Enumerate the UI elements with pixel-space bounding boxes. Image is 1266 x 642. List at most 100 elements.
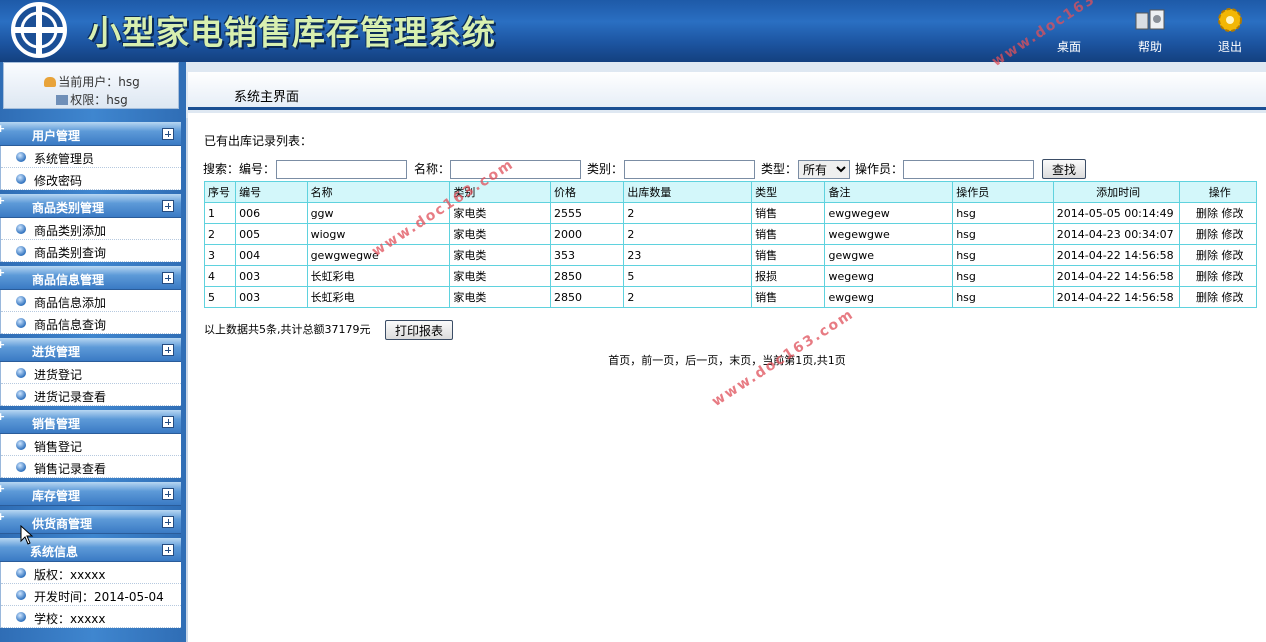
table-cell: 家电类 [449, 244, 551, 266]
table-cell: hsg [952, 244, 1054, 266]
menu-group-header[interactable]: + 用户管理 [0, 122, 181, 146]
menu-group-header[interactable]: + 商品信息管理 [0, 266, 181, 290]
exit-button[interactable]: 退出 [1205, 6, 1255, 55]
bullet-circle-icon [16, 318, 26, 328]
table-cell: 004 [235, 244, 308, 266]
permission-icon [56, 95, 69, 105]
table-cell: 长虹彩电 [306, 265, 451, 287]
table-cell: hsg [952, 223, 1054, 245]
table-cell: 003 [235, 286, 308, 308]
delete-link[interactable]: 删除 [1196, 270, 1218, 283]
menu-group-items: 商品信息添加商品信息查询 [0, 290, 181, 334]
table-cell: 1 [203, 202, 237, 224]
menu-group-header[interactable]: + 库存管理 [0, 482, 181, 506]
sidebar-item-label: 商品信息添加 [34, 296, 107, 310]
table-cell: 家电类 [449, 265, 551, 287]
search-label: 搜索： [203, 162, 240, 176]
edit-link[interactable]: 修改 [1221, 291, 1243, 304]
column-header: 出库数量 [623, 181, 753, 203]
sidebar-item[interactable]: 销售记录查看 [1, 456, 181, 478]
search-button[interactable]: 查找 [1042, 159, 1086, 179]
bullet-circle-icon [16, 568, 26, 578]
table-cell: 销售 [751, 223, 826, 245]
action-cell: 删除 修改 [1179, 265, 1257, 287]
edit-link[interactable]: 修改 [1221, 270, 1243, 283]
table-cell: 2 [203, 223, 237, 245]
bullet-circle-icon [16, 612, 26, 622]
sidebar-item[interactable]: 进货记录查看 [1, 384, 181, 406]
table-cell: 家电类 [449, 202, 551, 224]
table-row: 1 006 ggw 家电类 2555 2 销售 ewgwegew hsg 2014-05-05 0… [203, 202, 1257, 224]
sidebar-item[interactable]: 学校：xxxxx [1, 606, 181, 628]
bullet-circle-icon [16, 590, 26, 600]
sidebar-item-label: 进货登记 [34, 368, 83, 382]
table-cell: 003 [235, 265, 308, 287]
menu-group-title: 供货商管理 [32, 517, 93, 531]
code-input[interactable] [276, 160, 407, 179]
delete-link[interactable]: 删除 [1196, 249, 1218, 262]
menu-group-header[interactable]: + 销售管理 [0, 410, 181, 434]
help-button[interactable]: 帮助 [1125, 6, 1175, 55]
sidebar-item[interactable]: 商品信息添加 [1, 290, 181, 312]
delete-link[interactable]: 删除 [1196, 228, 1218, 241]
delete-link[interactable]: 删除 [1196, 207, 1218, 220]
menu-group-header[interactable]: + 进货管理 [0, 338, 181, 362]
sidebar-item-label: 商品类别查询 [34, 246, 107, 260]
bullet-icon: + [0, 510, 6, 523]
summary-text: 以上数据共5条,共计总额37179元 [204, 323, 371, 336]
bullet-circle-icon [16, 440, 26, 450]
bullet-icon: + [0, 122, 6, 135]
sidebar-item[interactable]: 系统管理员 [1, 146, 181, 168]
sidebar-item[interactable]: 修改密码 [1, 168, 181, 190]
print-report-button[interactable]: 打印报表 [385, 320, 453, 340]
column-header: 备注 [824, 181, 954, 203]
edit-link[interactable]: 修改 [1221, 207, 1243, 220]
expand-plus-icon[interactable] [162, 488, 174, 500]
expand-plus-icon[interactable] [162, 344, 174, 356]
search-bar: 搜索： 编号： 名称： 类别： 类型： 所有 操作员： 查找 [203, 159, 1263, 181]
menu-group-items: 版权：xxxxx 开发时间：2014-05-04 学校：xxxxx [0, 562, 181, 628]
column-header: 序号 [203, 181, 237, 203]
edit-link[interactable]: 修改 [1221, 249, 1243, 262]
sidebar-item[interactable]: 销售登记 [1, 434, 181, 456]
sidebar-item[interactable]: 商品类别查询 [1, 240, 181, 262]
bullet-icon: + [0, 482, 6, 495]
sidebar-item[interactable]: 进货登记 [1, 362, 181, 384]
pagination[interactable]: 首页，前一页，后一页，末页，当前第1页,共1页 [188, 352, 1266, 368]
sidebar-item-label: 进货记录查看 [34, 390, 107, 404]
table-cell: hsg [952, 286, 1054, 308]
edit-link[interactable]: 修改 [1221, 228, 1243, 241]
delete-link[interactable]: 删除 [1196, 291, 1218, 304]
expand-plus-icon[interactable] [162, 516, 174, 528]
operator-input[interactable] [903, 160, 1034, 179]
table-cell: 23 [623, 244, 753, 266]
expand-plus-icon[interactable] [162, 200, 174, 212]
expand-plus-icon[interactable] [162, 128, 174, 140]
column-header: 操作员 [952, 181, 1054, 203]
table-cell: wegewg [824, 265, 954, 287]
code-label: 编号： [239, 162, 276, 176]
expand-plus-icon[interactable] [162, 544, 174, 556]
category-input[interactable] [624, 160, 755, 179]
table-cell: hsg [952, 265, 1054, 287]
table-cell: 销售 [751, 244, 826, 266]
expand-plus-icon[interactable] [162, 416, 174, 428]
sidebar-item[interactable]: 版权：xxxxx [1, 562, 181, 584]
menu-group-title: 商品信息管理 [32, 273, 105, 287]
sidebar-item[interactable]: 开发时间：2014-05-04 [1, 584, 181, 606]
action-cell: 删除 修改 [1179, 244, 1257, 266]
column-header: 名称 [306, 181, 451, 203]
table-cell: 3 [203, 244, 237, 266]
list-title: 已有出库记录列表： [204, 134, 313, 148]
sidebar-item[interactable]: 商品信息查询 [1, 312, 181, 334]
sidebar-item-label: 修改密码 [34, 174, 83, 188]
menu-group-title: 用户管理 [32, 129, 81, 143]
column-header: 编号 [235, 181, 308, 203]
sidebar-item-label: 商品类别添加 [34, 224, 107, 238]
sidebar-item[interactable]: 商品类别添加 [1, 218, 181, 240]
expand-plus-icon[interactable] [162, 272, 174, 284]
type-select[interactable]: 所有 [798, 160, 850, 179]
menu-group-header[interactable]: + 商品类别管理 [0, 194, 181, 218]
menu-group-title: 库存管理 [32, 489, 81, 503]
table-row: 2 005 wiogw 家电类 2000 2 销售 wegewgwe hsg 2014-04-23… [203, 223, 1257, 245]
